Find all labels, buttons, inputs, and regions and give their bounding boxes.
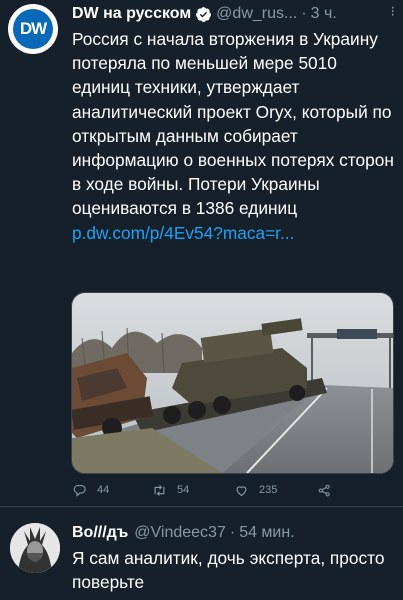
- separator-dot: ·: [301, 5, 307, 22]
- more-options-icon[interactable]: ⁝: [391, 3, 395, 20]
- share-icon: [318, 484, 330, 496]
- avatar[interactable]: DW: [8, 4, 58, 54]
- tweet-link[interactable]: p.dw.com/p/4Ev54?maca=r...: [72, 221, 398, 245]
- heart-icon: [236, 485, 247, 496]
- retweet-button[interactable]: 54: [152, 483, 189, 498]
- native-chief-portrait-icon: [10, 523, 60, 573]
- like-button[interactable]: 235: [234, 483, 277, 498]
- tweet-actions: 44 54 235: [72, 480, 352, 500]
- reply-tweet[interactable]: Во///дъ @Vindeec37 · 54 мин. Я сам анали…: [0, 507, 403, 600]
- author-handle[interactable]: @dw_rus...: [216, 5, 297, 23]
- avatar[interactable]: [10, 523, 60, 573]
- dw-logo: DW: [13, 9, 53, 49]
- reply-author-name[interactable]: Во///дъ: [72, 524, 128, 542]
- reply-count: 44: [97, 484, 110, 496]
- reply-text: Я сам аналитик, дочь эксперта, просто по…: [72, 548, 385, 592]
- destroyed-tank-photo: [72, 293, 393, 473]
- like-count: 235: [259, 484, 278, 496]
- tweet-body: Россия с начала вторжения в Украину поте…: [72, 29, 394, 219]
- author-name[interactable]: DW на русском: [72, 5, 191, 23]
- tweet-time[interactable]: 3 ч.: [311, 5, 337, 23]
- tweet[interactable]: DW DW на русском @dw_rus... · 3 ч. ⁝ Рос…: [0, 0, 403, 505]
- reply-icon: [73, 484, 86, 497]
- retweet-icon: [154, 484, 165, 496]
- tweet-text: Россия с начала вторжения в Украину поте…: [72, 27, 398, 245]
- verified-badge-icon: [195, 6, 212, 23]
- tweet-header: DW на русском @dw_rus... · 3 ч. ⁝: [72, 3, 395, 25]
- retweet-count: 54: [177, 484, 190, 496]
- separator-dot: ·: [229, 524, 236, 541]
- reply-author-handle[interactable]: @Vindeec37: [134, 524, 226, 542]
- share-button[interactable]: [317, 483, 332, 498]
- reply-button[interactable]: 44: [72, 483, 109, 498]
- tweet-image[interactable]: [71, 292, 394, 474]
- reply-time[interactable]: 54 мин.: [239, 524, 294, 542]
- reply-header: Во///дъ @Vindeec37 · 54 мин.: [72, 522, 295, 544]
